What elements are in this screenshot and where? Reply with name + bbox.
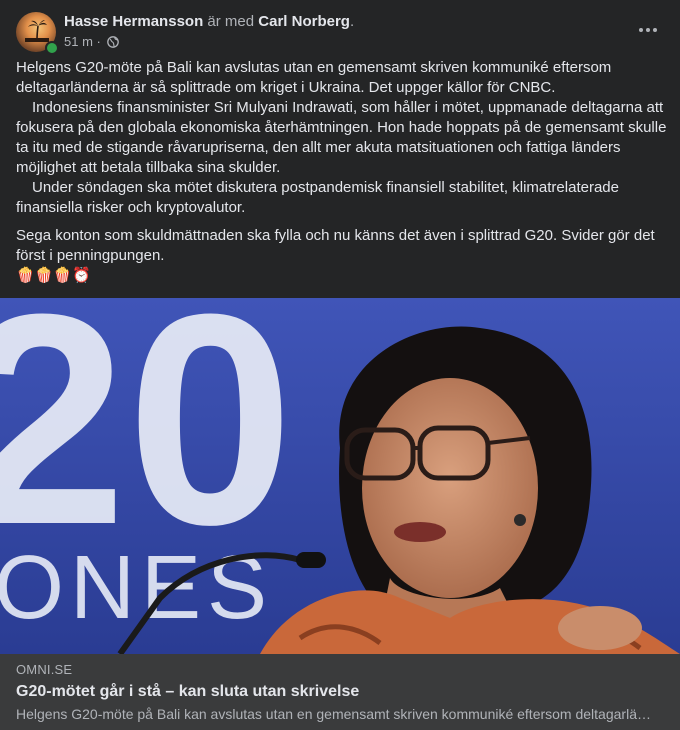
link-description: Helgens G20-möte på Bali kan avslutas ut… — [16, 706, 656, 722]
feed-post: Hasse Hermansson är med Carl Norberg. 51… — [0, 0, 680, 730]
post-timestamp[interactable]: 51 m — [64, 34, 93, 49]
author-line: Hasse Hermansson är med Carl Norberg. — [64, 12, 354, 32]
post-paragraph: Helgens G20-möte på Bali kan avslutas ut… — [16, 59, 612, 96]
more-options-button[interactable] — [632, 16, 664, 44]
link-preview-image[interactable]: 20 ONES — [0, 298, 680, 654]
more-options-dot — [646, 28, 650, 32]
meta-separator: · — [96, 34, 101, 49]
online-status-dot — [45, 41, 59, 55]
globe-icon[interactable] — [106, 36, 119, 48]
emoji-line: 🍿🍿🍿⏰ — [16, 267, 91, 284]
more-options-dot — [653, 28, 657, 32]
palm-tree-icon — [25, 20, 49, 42]
more-options-icon — [639, 28, 643, 32]
author-name-link[interactable]: Hasse Hermansson — [64, 13, 203, 30]
tagged-suffix: . — [349, 13, 355, 30]
with-text: är med — [207, 13, 255, 30]
post-paragraph: Under söndagen ska mötet diskutera postp… — [16, 179, 619, 216]
link-preview-card[interactable]: OMNI.SE G20-mötet går i stå – kan sluta … — [0, 654, 680, 730]
tagged-user-link[interactable]: Carl Norberg — [258, 13, 350, 30]
post-paragraph: Sega konton som skuldmättnaden ska fylla… — [16, 227, 655, 264]
backdrop-word: ONES — [0, 538, 273, 638]
post-header: Hasse Hermansson är med Carl Norberg. 51… — [16, 12, 664, 55]
link-domain: OMNI.SE — [16, 662, 73, 677]
post-message: Helgens G20-möte på Bali kan avslutas ut… — [16, 58, 668, 266]
news-photo: 20 ONES — [0, 298, 680, 654]
post-paragraph: Indonesiens finansminister Sri Mulyani I… — [16, 99, 667, 176]
link-title[interactable]: G20-mötet går i stå – kan sluta utan skr… — [16, 683, 359, 701]
post-meta: 51 m · — [64, 33, 119, 51]
